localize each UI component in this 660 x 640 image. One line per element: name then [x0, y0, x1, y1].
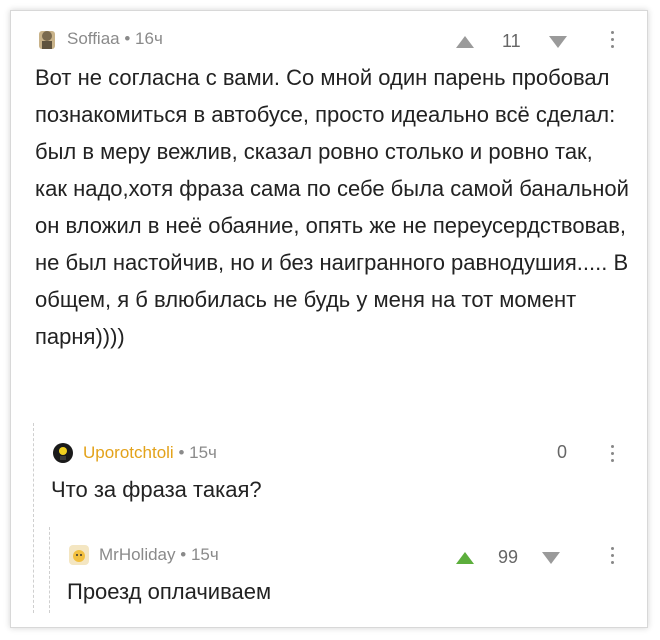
comment-rating: 0: [557, 442, 567, 463]
comment-time[interactable]: 15ч: [189, 443, 217, 462]
more-options-icon[interactable]: [611, 547, 614, 564]
thread-line: [33, 423, 34, 613]
comment-time[interactable]: 16ч: [135, 29, 163, 48]
avatar[interactable]: [67, 543, 91, 567]
comment-time[interactable]: 15ч: [191, 545, 219, 564]
comment-text: Вот не согласна с вами. Со мной один пар…: [35, 65, 629, 349]
meta-separator: •: [178, 443, 190, 462]
rating-count: 0: [557, 442, 568, 462]
comment-author[interactable]: MrHoliday: [99, 545, 176, 564]
comment-meta: Uporotchtoli • 15ч: [83, 443, 217, 463]
downvote-icon[interactable]: [542, 551, 561, 564]
upvote-icon[interactable]: [456, 35, 474, 48]
downvote-icon[interactable]: [548, 35, 567, 48]
comment-header: MrHoliday • 15ч: [67, 543, 219, 567]
rating-count: 99: [498, 547, 519, 567]
avatar[interactable]: [51, 441, 75, 465]
comment-header: Uporotchtoli • 15ч: [51, 441, 217, 465]
more-options-icon[interactable]: [611, 31, 614, 48]
comment-meta: MrHoliday • 15ч: [99, 545, 219, 565]
comment-text: Что за фраза такая?: [51, 477, 262, 502]
thread-line: [49, 527, 50, 613]
meta-separator: •: [180, 545, 191, 564]
meta-separator: •: [124, 29, 136, 48]
comment-rating: 99: [456, 547, 561, 568]
comment-meta: Soffiaa • 16ч: [67, 29, 163, 49]
comment-author[interactable]: Uporotchtoli: [83, 443, 174, 462]
avatar[interactable]: [35, 27, 59, 51]
comment-rating: 11: [456, 31, 567, 52]
comments-panel: Soffiaa • 16ч 11 Вот не согласна с вами.…: [10, 10, 648, 628]
more-options-icon[interactable]: [611, 445, 614, 462]
comment-author[interactable]: Soffiaa: [67, 29, 120, 48]
rating-count: 11: [502, 31, 521, 51]
comment-header: Soffiaa • 16ч: [35, 27, 163, 51]
comment-text: Проезд оплачиваем: [67, 579, 272, 604]
upvote-icon[interactable]: [456, 551, 474, 564]
